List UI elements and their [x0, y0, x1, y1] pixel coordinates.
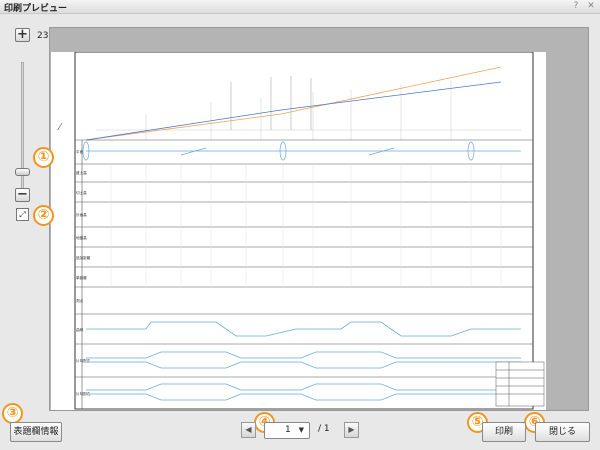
drawing-preview: ⁄ 平面 盛土高 切土高 計画高 地盤高 追加距離 単距離 測点 曲線 片勾配左… [57, 51, 545, 410]
row-label-super-right: 片勾配右 [76, 391, 91, 396]
row-label-station: 測点 [76, 298, 84, 303]
row-label-distance: 単距離 [76, 275, 87, 280]
row-label-cumulative: 追加距離 [76, 255, 91, 260]
row-label-plan: 平面 [76, 149, 84, 154]
title-bar: 印刷プレビュー ? ✕ [0, 0, 600, 14]
preview-area[interactable]: ⁄ 平面 盛土高 切土高 計画高 地盤高 追加距離 単距離 測点 曲線 片勾配左… [49, 27, 589, 411]
row-label-ground: 地盤高 [76, 235, 87, 240]
close-button[interactable]: 閉じる [535, 422, 590, 442]
svg-text:⁄: ⁄ [57, 122, 63, 133]
page-current: 1 [285, 425, 291, 435]
row-label-cut: 切土高 [76, 190, 87, 195]
help-icon[interactable]: ? [570, 1, 582, 11]
callout-1: ① [33, 147, 54, 168]
close-icon[interactable]: ✕ [585, 1, 597, 11]
zoom-slider-track[interactable] [21, 62, 24, 202]
footer-bar: 表題欄情報 ◀ 1 ▼ / 1 ▶ 印刷 閉じる [0, 412, 600, 450]
preview-page: ⁄ 平面 盛土高 切土高 計画高 地盤高 追加距離 単距離 測点 曲線 片勾配左… [51, 51, 546, 410]
previous-page-button[interactable]: ◀ [241, 422, 256, 438]
row-label-curve: 曲線 [76, 327, 84, 332]
next-page-button[interactable]: ▶ [344, 422, 359, 438]
zoom-slider-thumb[interactable] [15, 168, 30, 176]
page-selector[interactable]: 1 ▼ [264, 422, 310, 439]
row-label-plan-height: 計画高 [76, 212, 87, 217]
callout-2: ② [33, 205, 54, 226]
zoom-out-button[interactable]: − [15, 188, 30, 202]
zoom-in-button[interactable]: + [15, 28, 30, 42]
window-title: 印刷プレビュー [4, 4, 68, 14]
fit-to-window-button[interactable]: ⤢ [16, 208, 29, 221]
chevron-down-icon: ▼ [298, 426, 304, 434]
print-button[interactable]: 印刷 [482, 422, 526, 442]
title-block-info-button[interactable]: 表題欄情報 [10, 422, 62, 442]
page-total: / 1 [318, 424, 330, 434]
row-label-fill: 盛土高 [76, 170, 87, 175]
